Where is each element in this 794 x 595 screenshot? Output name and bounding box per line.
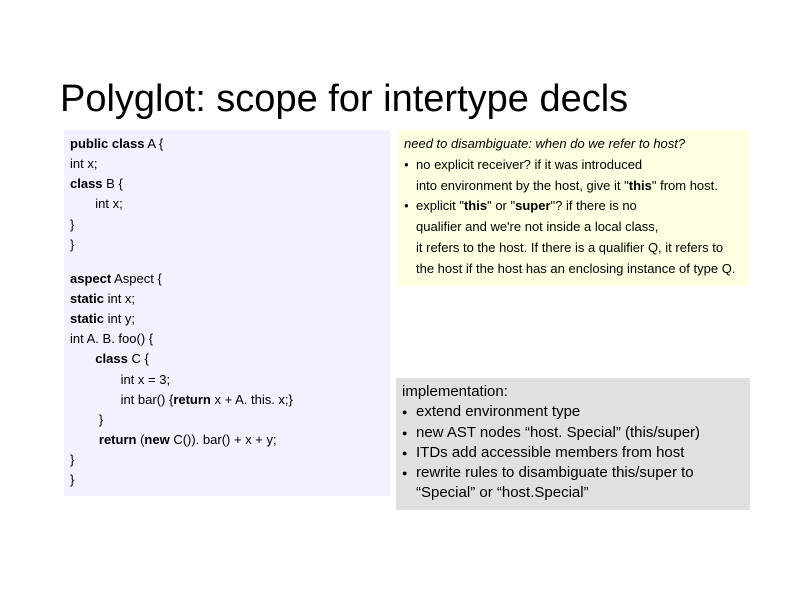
code-line: } xyxy=(70,410,384,430)
impl-item: ● extend environment type xyxy=(402,402,744,422)
code-line: } xyxy=(70,470,384,490)
bullet-spacer xyxy=(404,238,416,259)
code-text: B { xyxy=(103,176,123,191)
keyword: static xyxy=(70,291,108,306)
bold-this: this xyxy=(629,178,652,193)
code-line: class B { xyxy=(70,174,384,194)
impl-item: ● rewrite rules to disambiguate this/sup… xyxy=(402,463,744,504)
code-line: } xyxy=(70,235,384,255)
note-bullet: ● explicit "this" or "super"? if there i… xyxy=(404,196,742,217)
code-text: A { xyxy=(144,136,163,151)
code-gap xyxy=(70,255,384,269)
disambiguation-note-box: need to disambiguate: when do we refer t… xyxy=(398,130,748,286)
bullet-spacer xyxy=(404,176,416,197)
note-cont: into environment by the host, give it "t… xyxy=(404,176,742,197)
note-text: into environment by the host, give it "t… xyxy=(416,176,742,197)
code-line: static int y; xyxy=(70,309,384,329)
keyword: public class xyxy=(70,136,144,151)
note-bullet: ● no explicit receiver? if it was introd… xyxy=(404,155,742,176)
bullet-icon: ● xyxy=(402,423,416,443)
bold-super: super xyxy=(515,198,550,213)
keyword: return xyxy=(70,432,140,447)
code-line: int x; xyxy=(70,154,384,174)
keyword: return xyxy=(173,392,211,407)
note-text: it refers to the host. If there is a qua… xyxy=(416,238,742,259)
keyword: aspect xyxy=(70,271,111,286)
note-cont: it refers to the host. If there is a qua… xyxy=(404,238,742,259)
bullet-spacer xyxy=(404,217,416,238)
code-line: int x; xyxy=(70,194,384,214)
keyword: class xyxy=(70,351,128,366)
note-text: no explicit receiver? if it was introduc… xyxy=(416,155,742,176)
code-text: x + A. this. x;} xyxy=(211,392,293,407)
keyword: class xyxy=(70,176,103,191)
code-text: Aspect { xyxy=(111,271,162,286)
code-line: int x = 3; xyxy=(70,370,384,390)
code-line: } xyxy=(70,450,384,470)
impl-title: implementation: xyxy=(402,382,744,402)
slide-title: Polyglot: scope for intertype decls xyxy=(60,78,628,121)
slide: Polyglot: scope for intertype decls publ… xyxy=(0,0,794,595)
code-line: } xyxy=(70,215,384,235)
impl-item: ● ITDs add accessible members from host xyxy=(402,443,744,463)
keyword: static xyxy=(70,311,108,326)
bullet-icon: ● xyxy=(404,196,416,217)
bullet-spacer xyxy=(404,259,416,280)
bullet-icon: ● xyxy=(402,402,416,422)
code-example-box: public class A { int x; class B { int x;… xyxy=(64,130,390,496)
code-text: int x; xyxy=(108,291,135,306)
code-line: return (new C()). bar() + x + y; xyxy=(70,430,384,450)
code-text: int bar() { xyxy=(70,392,173,407)
impl-item: ● new AST nodes “host. Special” (this/su… xyxy=(402,423,744,443)
code-text: C { xyxy=(128,351,149,366)
code-line: int A. B. foo() { xyxy=(70,329,384,349)
code-line: aspect Aspect { xyxy=(70,269,384,289)
code-line: static int x; xyxy=(70,289,384,309)
code-text: C()). bar() + x + y; xyxy=(170,432,277,447)
note-text: qualifier and we're not inside a local c… xyxy=(416,217,742,238)
impl-text: new AST nodes “host. Special” (this/supe… xyxy=(416,423,744,443)
code-line: class C { xyxy=(70,349,384,369)
impl-text: extend environment type xyxy=(416,402,744,422)
code-line: int bar() {return x + A. this. x;} xyxy=(70,390,384,410)
note-title: need to disambiguate: when do we refer t… xyxy=(404,134,742,155)
note-cont: qualifier and we're not inside a local c… xyxy=(404,217,742,238)
code-line: public class A { xyxy=(70,134,384,154)
bullet-icon: ● xyxy=(402,463,416,504)
note-text: explicit "this" or "super"? if there is … xyxy=(416,196,742,217)
bold-this: this xyxy=(464,198,487,213)
impl-text: rewrite rules to disambiguate this/super… xyxy=(416,463,744,504)
bullet-icon: ● xyxy=(404,155,416,176)
note-text: the host if the host has an enclosing in… xyxy=(416,259,742,280)
bullet-icon: ● xyxy=(402,443,416,463)
note-cont: the host if the host has an enclosing in… xyxy=(404,259,742,280)
code-text: int y; xyxy=(108,311,135,326)
keyword: new xyxy=(144,432,169,447)
implementation-box: implementation: ● extend environment typ… xyxy=(396,378,750,510)
impl-text: ITDs add accessible members from host xyxy=(416,443,744,463)
